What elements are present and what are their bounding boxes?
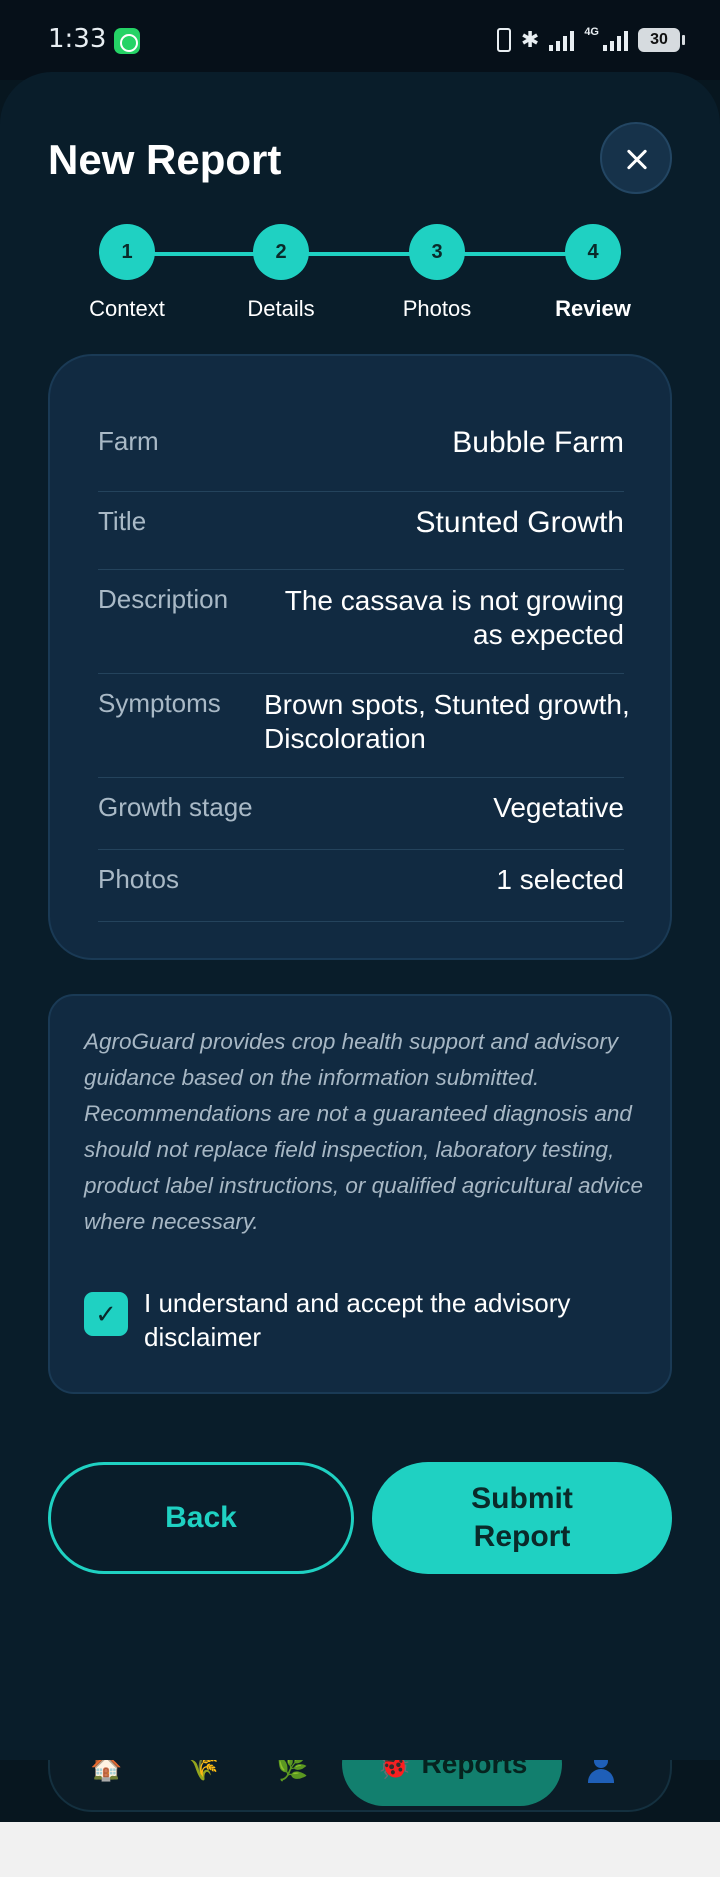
row-value: Brown spots, Stunted growth, Discolorati… <box>264 689 630 754</box>
step-details[interactable]: 2 Details <box>201 224 361 322</box>
vibrate-icon <box>496 28 511 52</box>
stepper: 1 Context 2 Details 3 Photos 4 Review <box>0 224 720 324</box>
summary-row-symptoms: Symptoms Brown spots, Stunted growth, Di… <box>98 674 630 778</box>
disclaimer-checkbox[interactable]: ✓ <box>84 1292 128 1336</box>
step-review[interactable]: 4 Review <box>513 224 673 322</box>
disclaimer-text: AgroGuard provides crop health support a… <box>84 1029 644 1234</box>
row-label: Growth stage <box>98 792 253 822</box>
step-label: Details <box>247 296 315 321</box>
checkmark-icon: ✓ <box>95 1298 117 1329</box>
step-label: Review <box>555 296 631 321</box>
status-bar: 1:33 ✱ 4G 30 <box>0 0 720 80</box>
row-label: Farm <box>98 426 159 456</box>
step-number: 1 <box>99 224 155 280</box>
summary-row-description: Description The cassava is not growing a… <box>98 570 624 674</box>
row-label: Description <box>98 584 229 614</box>
summary-row-farm: Farm Bubble Farm <box>98 416 624 492</box>
summary-row-photos: Photos 1 selected <box>98 850 624 922</box>
summary-row-title: Title Stunted Growth <box>98 492 624 570</box>
row-value: Bubble Farm <box>452 426 624 459</box>
back-button[interactable]: Back <box>48 1462 354 1574</box>
step-label: Photos <box>402 296 472 321</box>
step-number: 2 <box>253 224 309 280</box>
whatsapp-icon <box>114 28 140 54</box>
row-value: Stunted Growth <box>415 506 624 539</box>
summary-row-growth-stage: Growth stage Vegetative <box>98 778 624 850</box>
new-report-sheet: New Report 1 Context 2 Details 3 Photos … <box>0 72 720 1760</box>
network-type: 4G <box>584 26 599 38</box>
close-button[interactable] <box>600 122 672 194</box>
signal-icon-2 <box>603 29 628 51</box>
step-photos[interactable]: 3 Photos <box>357 224 517 322</box>
step-context[interactable]: 1 Context <box>47 224 207 322</box>
battery-icon: 30 <box>638 28 685 52</box>
page-title: New Report <box>48 136 282 183</box>
row-value: Vegetative <box>493 792 624 823</box>
signal-icon <box>549 29 575 51</box>
system-navigation-bar <box>0 1822 720 1877</box>
step-label: Context <box>89 296 165 321</box>
report-summary-card: Farm Bubble Farm Title Stunted Growth De… <box>48 354 672 960</box>
disclaimer-card: AgroGuard provides crop health support a… <box>48 994 672 1394</box>
row-label: Title <box>98 506 147 536</box>
row-value: 1 selected <box>496 864 624 895</box>
step-number: 3 <box>409 224 465 280</box>
row-label: Photos <box>98 864 179 894</box>
submit-report-button[interactable]: Submit Report <box>372 1462 672 1574</box>
disclaimer-checkbox-label[interactable]: I understand and accept the advisory dis… <box>144 1286 644 1354</box>
step-number: 4 <box>565 224 621 280</box>
row-label: Symptoms <box>98 688 221 718</box>
bluetooth-icon: ✱ <box>520 27 540 53</box>
row-value: The cassava is not growing as expected <box>284 585 624 650</box>
status-icons: ✱ 4G 30 <box>496 24 685 56</box>
status-time: 1:33 <box>48 24 107 54</box>
